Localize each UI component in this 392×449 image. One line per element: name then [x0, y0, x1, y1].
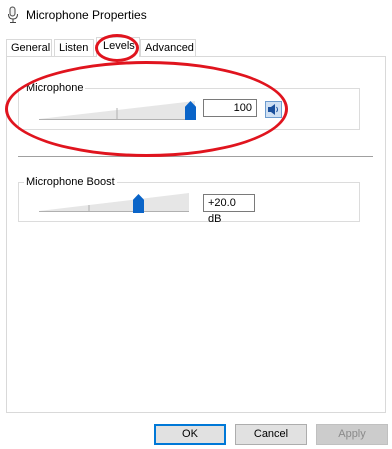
tab-advanced-label: Advanced [145, 42, 194, 54]
tab-listen[interactable]: Listen [54, 39, 94, 56]
microphone-level-slider[interactable] [39, 99, 196, 121]
microphone-level-value-text: 100 [233, 102, 252, 114]
microphone-level-label: Microphone [24, 82, 86, 95]
microphone-boost-value-text: +20.0 dB [208, 197, 236, 225]
tab-levels-label: Levels [103, 40, 135, 52]
tab-levels[interactable]: Levels [96, 37, 140, 57]
microphone-icon [7, 6, 19, 24]
microphone-boost-group: Microphone Boost +20.0 dB [18, 176, 360, 225]
microphone-boost-slider[interactable] [39, 191, 189, 213]
apply-button-label: Apply [338, 428, 366, 440]
microphone-mute-button[interactable] [265, 101, 282, 118]
ok-button[interactable]: OK [154, 424, 226, 445]
section-divider [18, 156, 373, 157]
tab-advanced[interactable]: Advanced [140, 39, 196, 56]
title-bar: Microphone Properties [0, 0, 392, 30]
ok-button-label: OK [182, 428, 198, 440]
window-title: Microphone Properties [26, 8, 147, 22]
tab-general-label: General [11, 42, 51, 54]
boost-slider-wedge [39, 193, 189, 212]
microphone-level-value[interactable]: 100 [203, 99, 257, 117]
speaker-icon [266, 104, 281, 120]
tab-listen-label: Listen [59, 42, 89, 54]
cancel-button[interactable]: Cancel [235, 424, 307, 445]
tab-general[interactable]: General [6, 39, 52, 56]
microphone-slider-wedge [39, 101, 195, 120]
apply-button[interactable]: Apply [316, 424, 388, 445]
microphone-level-group: Microphone 100 [18, 82, 360, 130]
microphone-properties-window: Microphone Properties General Listen Lev… [0, 0, 392, 449]
microphone-boost-label: Microphone Boost [24, 176, 117, 189]
microphone-boost-value[interactable]: +20.0 dB [203, 194, 255, 225]
cancel-button-label: Cancel [253, 428, 289, 440]
